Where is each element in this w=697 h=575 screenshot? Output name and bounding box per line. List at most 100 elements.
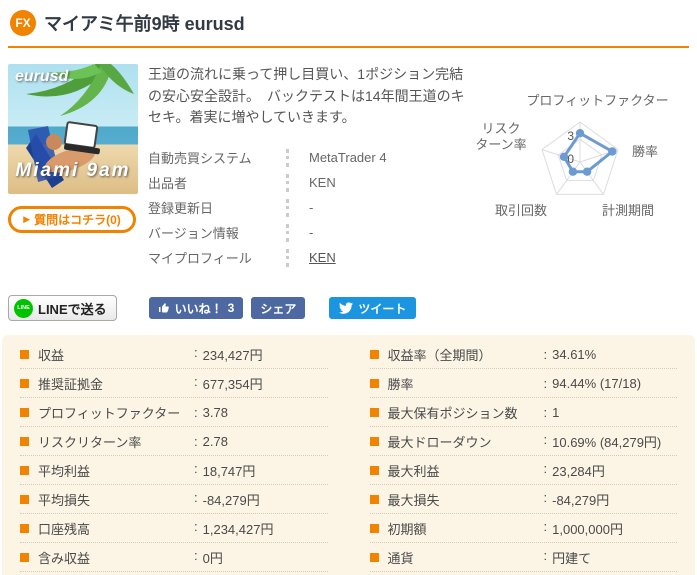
radar-tick-3: 3 [567, 129, 574, 143]
radar-axis-profit-factor: プロフィットファクター [526, 93, 669, 108]
stat-value: :94.44% (17/18) [543, 375, 642, 391]
radar-axis-trades: 取引回数 [494, 203, 547, 218]
image-text-miami: Miami 9am [15, 160, 131, 181]
stat-row-max-profit: 最大利益 :23,284円 [369, 456, 677, 485]
stat-value: :1 [543, 404, 560, 420]
question-button[interactable]: ▶ 質問はコチラ(0) [8, 206, 136, 233]
stat-label: 収益率（全期間） [387, 347, 492, 363]
bullet-icon [369, 523, 379, 533]
detail-row-updated: 登録更新日 - [148, 195, 470, 220]
radar-tick-0: 0 [567, 152, 574, 166]
stat-row-max-loss: 最大損失 : -84,279円 [369, 485, 677, 514]
profile-link[interactable]: KEN [309, 250, 336, 265]
stat-value: :1,000,000円 [543, 518, 623, 537]
stat-label: 平均損失 [38, 492, 91, 508]
stat-row-avg-loss: 平均損失 : -84,279円 [20, 485, 328, 514]
stat-label: リスクリターン率 [38, 434, 142, 450]
stat-label: プロフィットファクター [38, 405, 181, 421]
stat-value: : 円建て [543, 547, 592, 566]
detail-label: マイプロフィール [148, 251, 252, 267]
stat-value: :23,284円 [543, 460, 605, 479]
stat-value: :10.69% (84,279円) [543, 431, 662, 450]
main-section: eurusd Miami 9am ▶ 質問はコチラ(0) 王道の流れに乗って押し… [0, 48, 697, 279]
line-share-button[interactable]: LINE LINEで送る [8, 295, 117, 321]
tweet-button[interactable]: ツイート [329, 297, 417, 319]
detail-label: 出品者 [148, 176, 188, 192]
product-thumbnail[interactable]: eurusd Miami 9am [8, 64, 138, 194]
fx-icon: FX [10, 10, 36, 36]
detail-value: KEN [286, 248, 470, 267]
stat-label: 最大保有ポジション数 [387, 405, 518, 421]
stat-label: 最大利益 [387, 463, 440, 479]
stat-value: :0円 [194, 547, 223, 566]
stat-row-return-rate: 収益率（全期間） :34.61% [369, 340, 677, 369]
stat-label: 通貨 [387, 550, 414, 566]
stat-row-margin: 推奨証拠金 :677,354円 [20, 369, 328, 398]
detail-row-version: バージョン情報 - [148, 220, 470, 245]
radar-axis-winrate: 勝率 [632, 144, 659, 159]
facebook-share-button[interactable]: シェア [251, 297, 306, 319]
stat-label: 平均利益 [38, 463, 91, 479]
like-button-label: いいね！ [174, 301, 223, 316]
stat-label: 最大ドローダウン [387, 434, 492, 450]
stat-row-currency: 通貨 : 円建て [369, 543, 677, 572]
bullet-icon [20, 494, 29, 504]
detail-value: - [286, 223, 470, 242]
social-buttons-row: LINE LINEで送る いいね！ 3 シェア ツイート [8, 295, 689, 321]
like-count: 3 [227, 301, 235, 315]
thumbs-up-icon [158, 303, 169, 313]
bullet-icon [369, 436, 379, 446]
bullet-icon [20, 378, 29, 388]
stat-value: :234,427円 [194, 344, 263, 363]
stat-value: :1,234,427円 [194, 518, 274, 537]
stat-label: 収益 [38, 347, 65, 363]
share-button-label: シェア [260, 301, 297, 316]
detail-row-seller: 出品者 KEN [148, 170, 470, 195]
stat-row-profit-factor: プロフィットファクター :3.78 [20, 398, 328, 427]
bullet-icon [369, 378, 379, 388]
info-column: 王道の流れに乗って押し目買い、1ポジション完結の安心安全設計。 バックテストは1… [148, 64, 470, 279]
bullet-icon [20, 465, 29, 475]
arrow-right-icon: ▶ [23, 214, 31, 224]
stat-value: : -84,279円 [194, 489, 260, 508]
stat-label: 推奨証拠金 [38, 376, 104, 392]
bullet-icon [20, 407, 29, 417]
detail-label: 登録更新日 [148, 201, 214, 217]
stat-label: 最大損失 [387, 492, 440, 508]
image-text-eurusd: eurusd [15, 68, 69, 85]
stat-row-max-drawdown: 最大ドローダウン :10.69% (84,279円) [369, 427, 677, 456]
line-button-label: LINEで送る [38, 301, 107, 317]
stat-row-win-rate: 勝率 :94.44% (17/18) [369, 369, 677, 398]
line-icon: LINE [14, 298, 33, 318]
stat-value: :34.61% [543, 346, 597, 362]
detail-label: バージョン情報 [148, 226, 239, 242]
bullet-icon [369, 349, 379, 359]
detail-row-profile: マイプロフィール KEN [148, 245, 470, 270]
bullet-icon [20, 349, 29, 359]
stats-right-column: 収益率（全期間） :34.61% 勝率 :94.44% (17/18) 最大保有… [369, 340, 677, 572]
bullet-icon [369, 552, 379, 562]
detail-value: KEN [286, 173, 470, 192]
page-header: FX マイアミ午前9時 eurusd [0, 0, 697, 44]
page-title: マイアミ午前9時 eurusd [44, 14, 245, 34]
stat-row-balance: 口座残高 :1,234,427円 [20, 514, 328, 543]
radar-chart: プロフィットファクター 3 0 勝率 計測期間 取引回数 リスク ターン率 [475, 64, 697, 279]
stat-row-initial: 初期額 :1,000,000円 [369, 514, 677, 543]
product-column: eurusd Miami 9am ▶ 質問はコチラ(0) [8, 64, 138, 279]
radar-axis-risk-return: リスク ターン率 [475, 121, 527, 153]
stats-left-column: 収益 :234,427円 推奨証拠金 :677,354円 プロフィットファクター… [20, 340, 328, 572]
bullet-icon [20, 523, 29, 533]
bullet-icon [20, 436, 29, 446]
product-description: 王道の流れに乗って押し目買い、1ポジション完結の安心安全設計。 バックテストは1… [148, 66, 465, 126]
stat-row-avg-profit: 平均利益 :18,747円 [20, 456, 328, 485]
stats-panel: 収益 :234,427円 推奨証拠金 :677,354円 プロフィットファクター… [2, 335, 695, 575]
stat-row-profit: 収益 :234,427円 [20, 340, 328, 369]
stat-row-max-positions: 最大保有ポジション数 :1 [369, 398, 677, 427]
bullet-icon [369, 465, 379, 475]
facebook-like-button[interactable]: いいね！ 3 [148, 297, 244, 319]
stat-label: 勝率 [387, 376, 414, 392]
stat-row-risk-return: リスクリターン率 :2.78 [20, 427, 328, 456]
stat-row-unrealized: 含み収益 :0円 [20, 543, 328, 572]
bullet-icon [369, 494, 379, 504]
stat-value: :2.78 [194, 433, 228, 449]
